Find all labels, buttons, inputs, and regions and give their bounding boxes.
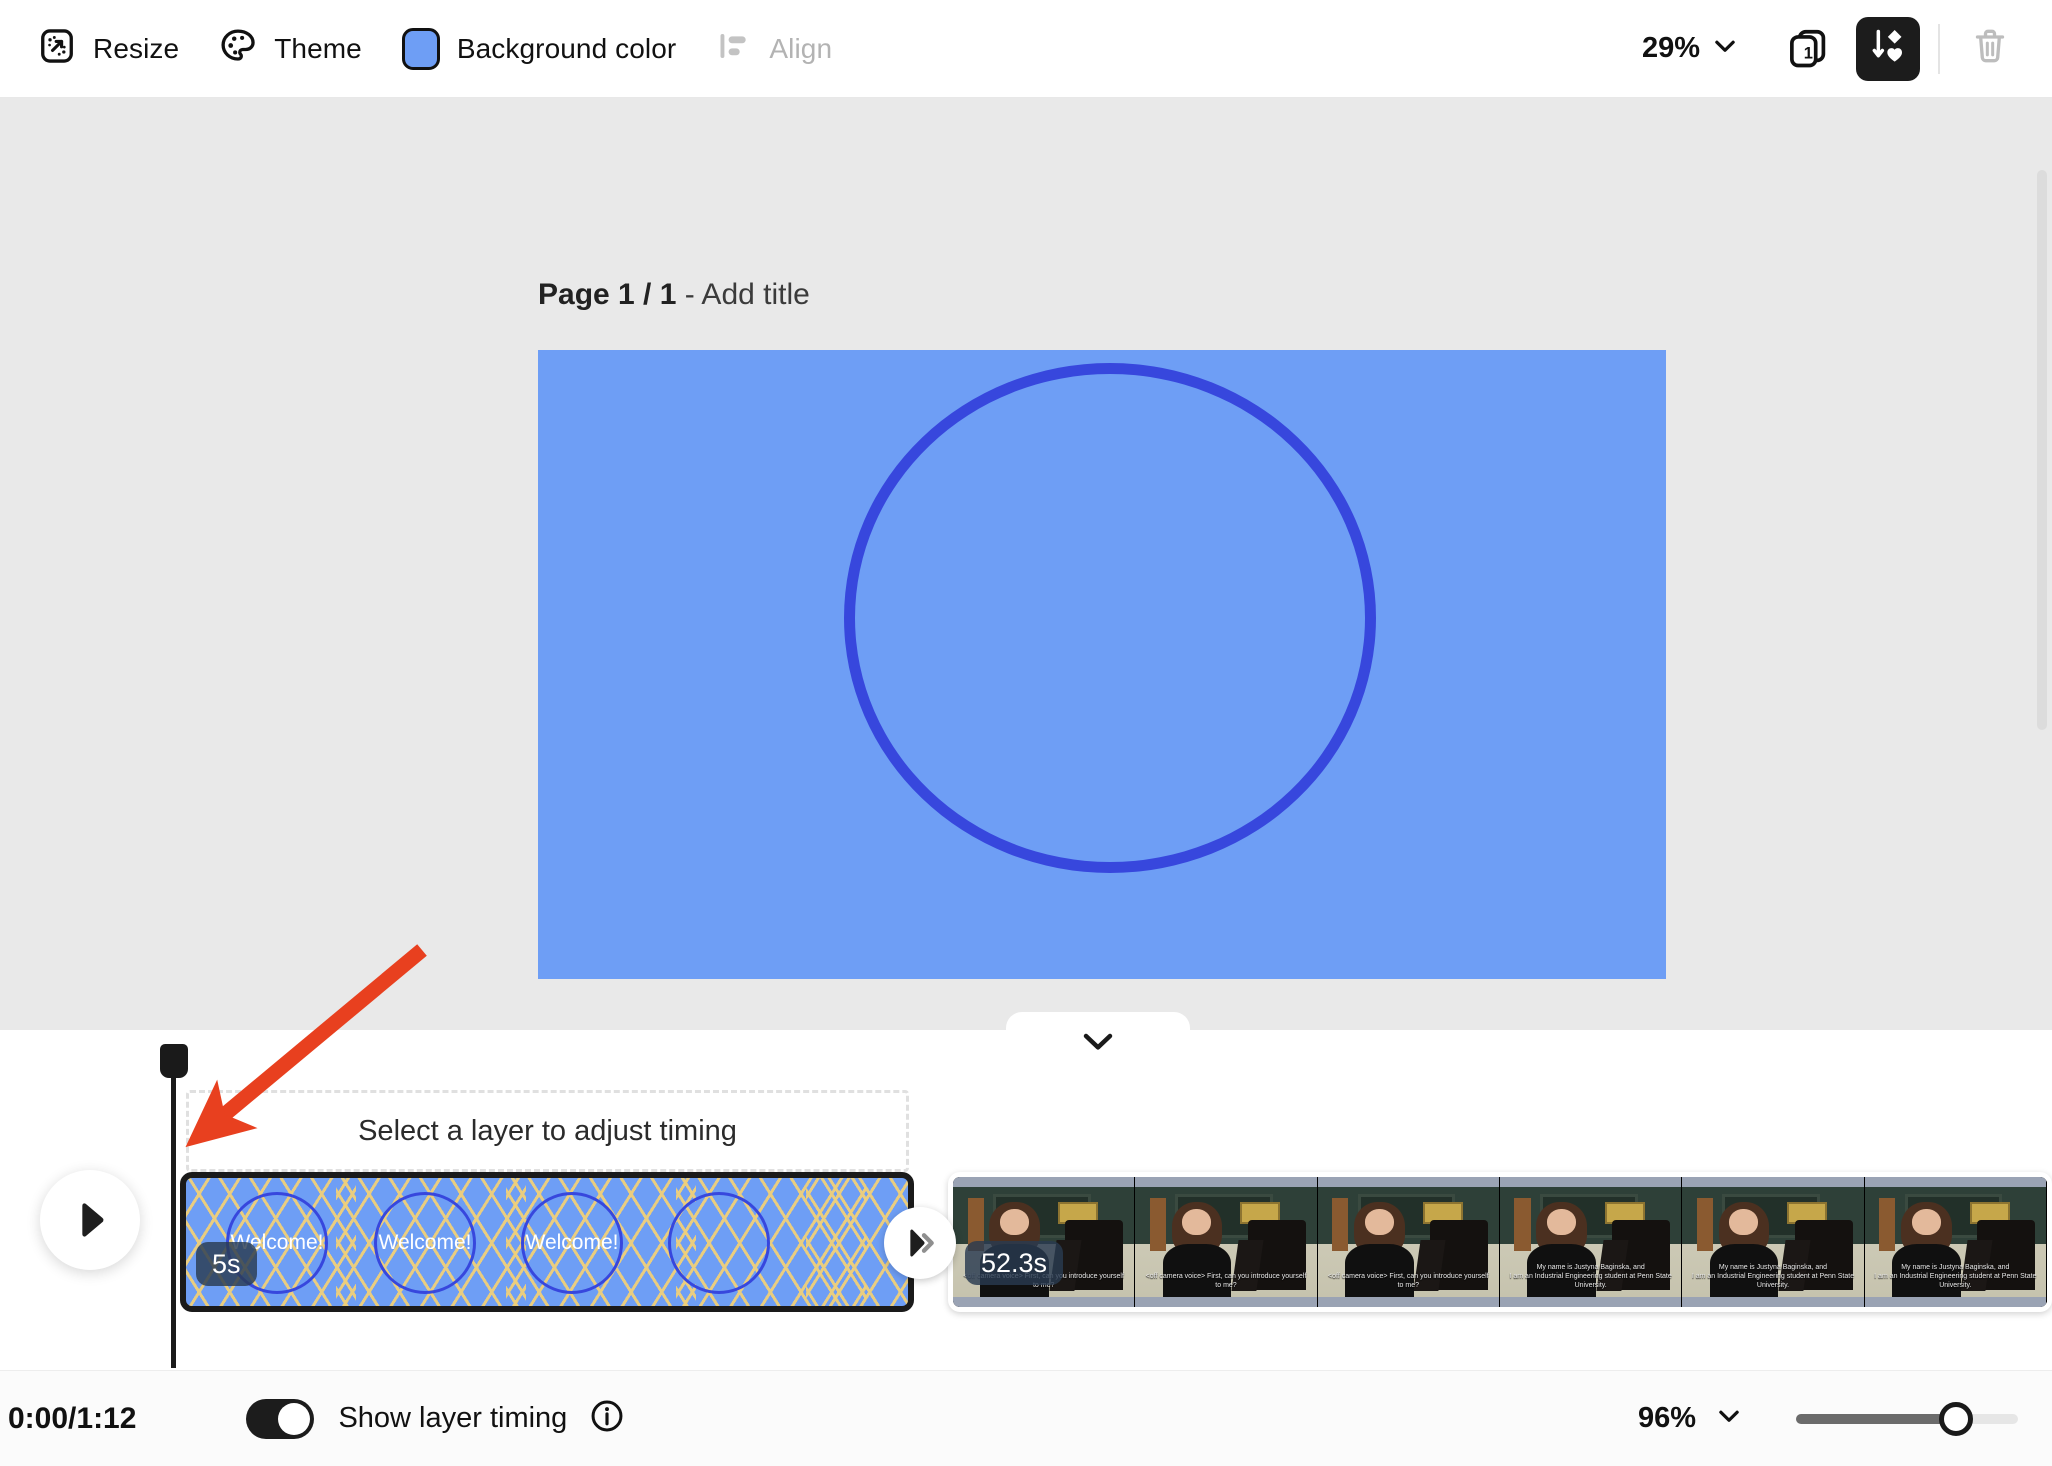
canvas-area[interactable]: Page 1 / 1 - Add title bbox=[0, 98, 2052, 1030]
video-frame: My name is Justyna Baginska, and I am an… bbox=[1682, 1177, 1865, 1307]
canvas-zoom-value: 29% bbox=[1641, 32, 1700, 64]
artboard[interactable] bbox=[538, 350, 1666, 979]
layer-timing-hint: Select a layer to adjust timing bbox=[358, 1114, 737, 1147]
timeline-clip-row: Welcome! Welcome! Welcome! 5s introduce … bbox=[0, 1172, 2052, 1324]
toolbar-left-group: Resize Theme Background color Align bbox=[0, 19, 860, 78]
playhead-line bbox=[171, 1078, 176, 1368]
pages-icon: 1 bbox=[1786, 27, 1830, 71]
clip-thumb-circle: Welcome! bbox=[521, 1192, 623, 1294]
video-frame: <off camera voice> First, can you introd… bbox=[1135, 1177, 1318, 1307]
canvas-vertical-scrollbar[interactable] bbox=[2037, 70, 2047, 1150]
clip-thumb-label: Welcome! bbox=[378, 1231, 472, 1254]
timecode-display: 0:00/1:12 bbox=[8, 1401, 137, 1435]
timeline-collapse-toggle[interactable] bbox=[1006, 1012, 1190, 1074]
slider-fill bbox=[1796, 1413, 1956, 1424]
video-subtitle: <off camera voice> First, can you introd… bbox=[1328, 1272, 1489, 1289]
toolbar-right-group: 29% 1 bbox=[1632, 16, 2052, 81]
transition-icon bbox=[910, 1229, 934, 1257]
top-toolbar: Resize Theme Background color Align 29% … bbox=[0, 0, 2052, 98]
playhead[interactable] bbox=[160, 1044, 188, 1368]
layer-timing-slot[interactable]: Select a layer to adjust timing bbox=[186, 1090, 909, 1172]
page-title-name: - Add title bbox=[684, 278, 810, 311]
chevron-down-icon bbox=[1080, 1030, 1116, 1059]
show-layer-timing-label: Show layer timing bbox=[338, 1402, 568, 1434]
clip-shape-content: Welcome! Welcome! Welcome! bbox=[186, 1178, 908, 1306]
video-frame: My name is Justyna Baginska, and I am an… bbox=[1864, 1177, 2047, 1307]
chevron-down-icon[interactable] bbox=[1714, 1401, 1744, 1436]
slider-thumb[interactable] bbox=[1938, 1401, 1973, 1436]
clip-duration-badge: 5s bbox=[196, 1242, 257, 1286]
palette-icon bbox=[219, 27, 257, 70]
toolbar-divider bbox=[1938, 23, 1940, 74]
scrollbar-thumb[interactable] bbox=[2037, 170, 2047, 730]
play-button[interactable] bbox=[40, 1170, 140, 1270]
resize-icon bbox=[38, 27, 76, 70]
video-frame-strip: <off camera voice> First, can you introd… bbox=[953, 1177, 2047, 1307]
circle-shape[interactable] bbox=[844, 363, 1376, 873]
background-color-button[interactable]: Background color bbox=[390, 20, 705, 78]
clip-thumb-label: Welcome! bbox=[525, 1231, 619, 1254]
page-title-index: Page 1 / 1 bbox=[538, 278, 677, 311]
resize-label: Resize bbox=[93, 32, 180, 64]
timeline-zoom-value: 96% bbox=[1637, 1402, 1696, 1434]
pages-button[interactable]: 1 bbox=[1776, 17, 1840, 81]
background-color-label: Background color bbox=[456, 32, 677, 64]
canvas-zoom-control[interactable]: 29% bbox=[1632, 25, 1750, 72]
trash-icon bbox=[1970, 26, 2010, 71]
video-subtitle: <off camera voice> First, can you introd… bbox=[1145, 1272, 1307, 1289]
background-color-swatch[interactable] bbox=[401, 27, 440, 70]
video-subtitle: My name is Justyna Baginska, and I am an… bbox=[1509, 1264, 1672, 1289]
layers-button[interactable] bbox=[1856, 16, 1920, 81]
clip-thumb-circle bbox=[668, 1192, 770, 1294]
clip-thumb-circle: Welcome! bbox=[374, 1192, 476, 1294]
clip-transition-button[interactable] bbox=[884, 1207, 956, 1279]
theme-button[interactable]: Theme bbox=[207, 19, 390, 78]
align-label: Align bbox=[769, 32, 833, 64]
video-subtitle: My name is Justyna Baginska, and I am an… bbox=[1874, 1264, 2037, 1289]
toggle-knob bbox=[278, 1402, 311, 1435]
video-frame: <off camera voice> First, can you introd… bbox=[1317, 1177, 1500, 1307]
timeline-zoom-slider[interactable] bbox=[1796, 1401, 2018, 1436]
align-button: Align bbox=[704, 20, 860, 77]
page-title[interactable]: Page 1 / 1 - Add title bbox=[538, 278, 810, 312]
clip-duration-badge: 52.3s bbox=[965, 1241, 1064, 1285]
resize-button[interactable]: Resize bbox=[26, 19, 207, 78]
video-subtitle: My name is Justyna Baginska, and I am an… bbox=[1691, 1264, 1855, 1289]
layers-icon bbox=[1868, 26, 1908, 71]
info-icon[interactable] bbox=[589, 1398, 625, 1439]
timeline-clip-shape[interactable]: Welcome! Welcome! Welcome! 5s bbox=[180, 1172, 914, 1312]
align-icon bbox=[716, 28, 752, 69]
svg-text:1: 1 bbox=[1804, 44, 1813, 62]
theme-label: Theme bbox=[274, 32, 362, 64]
chevron-down-icon[interactable] bbox=[1710, 31, 1740, 66]
bottom-bar: 0:00/1:12 Show layer timing 96% bbox=[0, 1370, 2052, 1466]
show-layer-timing-toggle[interactable] bbox=[246, 1398, 315, 1439]
playhead-handle[interactable] bbox=[160, 1044, 188, 1078]
delete-button[interactable] bbox=[1958, 17, 2022, 81]
video-frame: My name is Justyna Baginska, and I am an… bbox=[1499, 1177, 1683, 1307]
app-root: Resize Theme Background color Align 29% … bbox=[0, 0, 2052, 1466]
timeline-clip-video[interactable]: <off camera voice> First, can you introd… bbox=[948, 1172, 2052, 1312]
play-icon bbox=[82, 1203, 104, 1237]
